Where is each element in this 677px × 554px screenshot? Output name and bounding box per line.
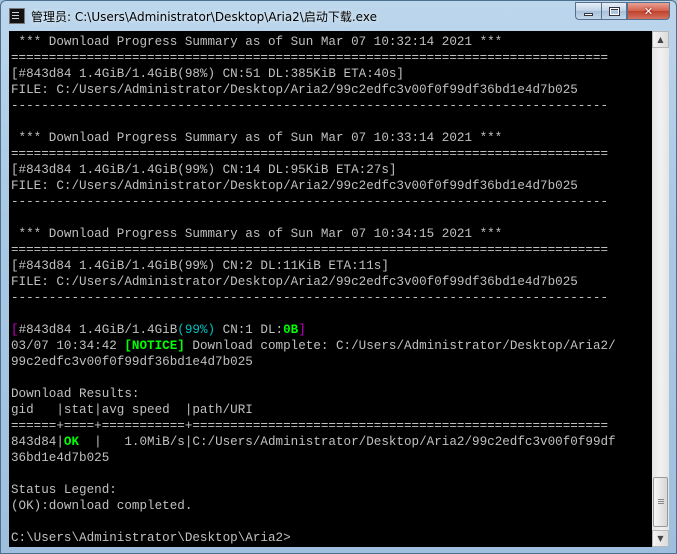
final-progress-line: [#843d84 1.4GiB/1.4GiB(99%) CN:1 DL:0B] — [11, 322, 306, 338]
result-row: 843d84|OK | 1.0MiB/s|C:/Users/Administra… — [11, 434, 616, 450]
console-line: *** Download Progress Summary as of Sun … — [11, 35, 503, 49]
minimize-icon — [584, 12, 593, 16]
maximize-icon — [608, 6, 620, 16]
progress-download-speed: 0B — [283, 323, 299, 337]
console-line: FILE: C:/Users/Administrator/Desktop/Ari… — [11, 83, 578, 97]
maximize-button[interactable] — [601, 2, 627, 20]
result-speed-path: | 1.0MiB/s|C:/Users/Administrator/Deskto… — [79, 435, 616, 449]
scroll-thumb[interactable] — [653, 477, 668, 527]
minimize-button[interactable] — [575, 2, 601, 20]
notice-message: Download complete: C:/Users/Administrato… — [184, 339, 616, 353]
console-line: 36bd1e4d7b025 — [11, 451, 110, 465]
arrow-down-icon: ▼ — [657, 534, 664, 543]
progress-bracket-open: [ — [11, 323, 19, 337]
notice-time: 03/07 10:34:42 — [11, 339, 125, 353]
scroll-down-button[interactable]: ▼ — [652, 530, 669, 547]
console-line: ======+====+===========+================… — [11, 419, 609, 433]
console-window: 管理员: C:\Users\Administrator\Desktop\Aria… — [0, 0, 677, 554]
console-line: [#843d84 1.4GiB/1.4GiB(98%) CN:51 DL:385… — [11, 67, 404, 81]
console-line: ----------------------------------------… — [11, 291, 609, 305]
console-line: (OK):download completed. — [11, 499, 193, 513]
console-line: *** Download Progress Summary as of Sun … — [11, 227, 503, 241]
notice-line: 03/07 10:34:42 [NOTICE] Download complet… — [11, 338, 616, 354]
console-line: [#843d84 1.4GiB/1.4GiB(99%) CN:14 DL:95K… — [11, 163, 397, 177]
console-line: ----------------------------------------… — [11, 195, 609, 209]
progress-connections: CN:1 DL: — [215, 323, 284, 337]
window-controls: ✕ — [575, 2, 670, 21]
title-bar[interactable]: 管理员: C:\Users\Administrator\Desktop\Aria… — [1, 1, 676, 31]
console-line: *** Download Progress Summary as of Sun … — [11, 131, 503, 145]
console-line: Status Legend: — [11, 483, 117, 497]
console-line: C:\Users\Administrator\Desktop\Aria2> — [11, 531, 291, 545]
console-line: 99c2edfc3v00f0f99df36bd1e4d7b025 — [11, 355, 253, 369]
console-line: gid |stat|avg speed |path/URI — [11, 403, 253, 417]
result-gid: 843d84| — [11, 435, 64, 449]
vertical-scrollbar[interactable]: ▲ ▼ — [652, 31, 669, 547]
notice-tag: [NOTICE] — [124, 339, 185, 353]
progress-bracket-close: ] — [298, 323, 306, 337]
console-line: Download Results: — [11, 387, 140, 401]
console-line: FILE: C:/Users/Administrator/Desktop/Ari… — [11, 179, 578, 193]
console-line: ========================================… — [11, 147, 609, 161]
close-icon: ✕ — [643, 4, 654, 18]
window-title: 管理员: C:\Users\Administrator\Desktop\Aria… — [31, 10, 377, 24]
arrow-up-icon: ▲ — [657, 35, 664, 44]
console-output[interactable]: *** Download Progress Summary as of Sun … — [9, 31, 652, 547]
console-line: ========================================… — [11, 243, 609, 257]
console-line: ----------------------------------------… — [11, 99, 609, 113]
console-line: ========================================… — [11, 51, 609, 65]
scroll-up-button[interactable]: ▲ — [652, 31, 669, 48]
console-line: FILE: C:/Users/Administrator/Desktop/Ari… — [11, 275, 578, 289]
progress-percent: (99%) — [177, 323, 216, 337]
progress-stats: #843d84 1.4GiB/1.4GiB — [18, 323, 178, 337]
close-button[interactable]: ✕ — [627, 2, 670, 20]
console-line: [#843d84 1.4GiB/1.4GiB(99%) CN:2 DL:11Ki… — [11, 259, 389, 273]
result-status-ok: OK — [63, 435, 80, 449]
console-app-icon[interactable] — [9, 8, 25, 24]
